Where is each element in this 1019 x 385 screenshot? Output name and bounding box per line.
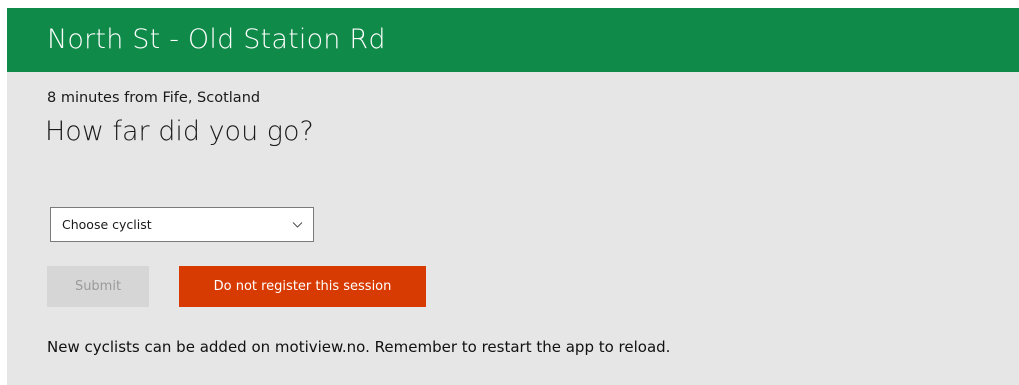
do-not-register-button[interactable]: Do not register this session — [179, 266, 426, 307]
info-note: New cyclists can be added on motiview.no… — [47, 338, 671, 356]
header-bar: North St - Old Station Rd — [7, 8, 1019, 72]
submit-button[interactable]: Submit — [47, 266, 149, 307]
cyclist-dropdown-value: Choose cyclist — [62, 217, 152, 232]
chevron-down-icon — [292, 222, 303, 228]
cyclist-dropdown[interactable]: Choose cyclist — [50, 207, 314, 242]
trip-subtitle: 8 minutes from Fife, Scotland — [47, 90, 261, 106]
route-title: North St - Old Station Rd — [47, 24, 386, 55]
distance-question: How far did you go? — [45, 116, 314, 147]
app-window: North St - Old Station Rd 8 minutes from… — [7, 8, 1019, 385]
